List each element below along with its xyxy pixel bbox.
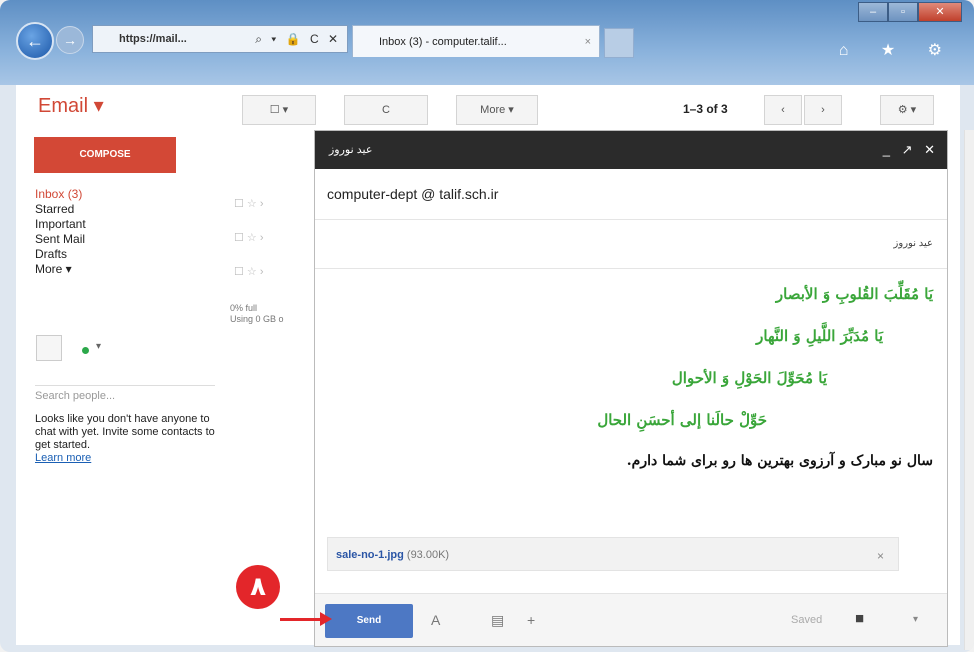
- checkbox-icon[interactable]: ☐ ☆ ›: [234, 255, 264, 289]
- prev-page-button[interactable]: ‹: [764, 95, 802, 125]
- body-line-2: يَا مُدَبِّرَ اللَّيلِ وَ النَّهار: [756, 327, 883, 345]
- folder-starred[interactable]: Starred: [35, 202, 86, 217]
- body-line-4: حَوِّلْ حالَنا إلى أحسَنِ الحال: [597, 411, 767, 429]
- gmail-logo[interactable]: Email ▾: [38, 93, 104, 118]
- insert-more-icon[interactable]: +: [527, 612, 535, 628]
- saved-status: Saved: [791, 614, 823, 626]
- trash-icon[interactable]: ■: [855, 610, 864, 627]
- more-options-icon[interactable]: ▾: [913, 614, 918, 625]
- tab-close-icon[interactable]: ×: [585, 36, 591, 48]
- learn-more-link[interactable]: Learn more: [35, 452, 91, 464]
- body-line-5: سال نو مبارک و آرزوی بهترین ها رو برای ش…: [626, 453, 933, 469]
- attachment-filename[interactable]: sale-no-1.jpg: [336, 549, 404, 561]
- chevron-down-icon[interactable]: ▾: [96, 341, 101, 352]
- message-list-checkboxes: ☐ ☆ › ☐ ☆ › ☐ ☆ ›: [234, 187, 264, 289]
- gmail-page: Email ▾ ☐ ▾ C More ▾ 1–3 of 3 ‹ › ⚙ ▾ CO…: [16, 85, 974, 650]
- compose-window-controls[interactable]: _ ↗ ✕: [883, 131, 939, 169]
- folder-drafts[interactable]: Drafts: [35, 247, 86, 262]
- chevron-right-icon: ›: [821, 104, 825, 116]
- compose-dialog: عید نوروز _ ↗ ✕ computer-dept @ talif.sc…: [314, 130, 948, 647]
- tab-inbox[interactable]: Inbox (3) - computer.talif... ×: [352, 25, 600, 57]
- send-button[interactable]: Send: [325, 604, 413, 638]
- refresh-button[interactable]: C: [344, 95, 428, 125]
- body-line-3: يَا مُحَوِّلَ الحَوْلِ وَ الأحوال: [671, 369, 827, 387]
- tab-title: Inbox (3) - computer.talif...: [379, 35, 507, 48]
- address-url: https://mail...: [119, 33, 187, 45]
- back-arrow-icon: ←: [26, 31, 44, 51]
- chat-empty-message: Looks like you don't have anyone to chat…: [35, 413, 215, 465]
- message-body[interactable]: يَا مُقَلِّبَ القُلوبِ وَ الأبصار يَا مُ…: [315, 269, 947, 529]
- step-number-badge: ۸: [236, 565, 280, 609]
- chevron-left-icon: ‹: [781, 104, 785, 116]
- subject-field[interactable]: عید نوروز: [315, 220, 947, 269]
- folder-list: Inbox (3) Starred Important Sent Mail Dr…: [35, 187, 86, 277]
- browser-window: – ▫ ✕ ← → https://mail... ⌕ ▾ 🔒 C ✕ Inbo…: [0, 0, 974, 652]
- checkbox-icon[interactable]: ☐ ☆ ›: [234, 187, 264, 221]
- compose-header: عید نوروز _ ↗ ✕: [315, 131, 947, 169]
- next-page-button[interactable]: ›: [804, 95, 842, 125]
- compose-button[interactable]: COMPOSE: [34, 137, 176, 173]
- text-format-icon[interactable]: A: [431, 612, 440, 628]
- close-window-button[interactable]: ✕: [918, 2, 962, 22]
- avatar[interactable]: [36, 335, 62, 361]
- callout-arrow-line: [280, 618, 324, 621]
- storage-usage: 0% full Using 0 GB o: [230, 303, 284, 324]
- attachment-chip[interactable]: sale-no-1.jpg (93.00K): [327, 537, 899, 571]
- folder-sent[interactable]: Sent Mail: [35, 232, 86, 247]
- address-bar[interactable]: https://mail... ⌕ ▾ 🔒 C ✕: [92, 25, 348, 53]
- home-favorites-tools-icons[interactable]: ⌂ ★ ⚙: [839, 40, 956, 60]
- window-controls: – ▫ ✕: [858, 2, 962, 22]
- compose-footer: Send A ▤ + Saved ■ ▾: [315, 593, 947, 646]
- remove-attachment-icon[interactable]: ×: [877, 549, 884, 563]
- callout-arrowhead-icon: [320, 612, 332, 626]
- compose-title: عید نوروز: [329, 144, 373, 156]
- body-line-1: يَا مُقَلِّبَ القُلوبِ وَ الأبصار: [775, 285, 933, 303]
- forward-button[interactable]: →: [56, 26, 84, 54]
- to-field[interactable]: computer-dept @ talif.sch.ir: [315, 169, 947, 220]
- pagination-text: 1–3 of 3: [683, 102, 728, 116]
- select-checkbox-button[interactable]: ☐ ▾: [242, 95, 316, 125]
- browser-titlebar: – ▫ ✕ ← → https://mail... ⌕ ▾ 🔒 C ✕ Inbo…: [0, 0, 974, 85]
- checkbox-icon[interactable]: ☐ ☆ ›: [234, 221, 264, 255]
- address-controls[interactable]: ⌕ ▾ 🔒 C ✕: [255, 32, 341, 47]
- maximize-button[interactable]: ▫: [888, 2, 918, 22]
- attach-file-icon[interactable]: ▤: [491, 612, 504, 629]
- folder-more[interactable]: More ▾: [35, 262, 86, 277]
- attachment-size: (93.00K): [406, 549, 450, 561]
- forward-arrow-icon: →: [63, 32, 77, 48]
- chat-message-text: Looks like you don't have anyone to chat…: [35, 413, 215, 451]
- folder-important[interactable]: Important: [35, 217, 86, 232]
- new-tab-button[interactable]: [604, 28, 634, 58]
- back-button[interactable]: ←: [16, 22, 54, 60]
- scrollbar[interactable]: [964, 130, 974, 650]
- settings-button[interactable]: ⚙ ▾: [880, 95, 934, 125]
- folder-inbox[interactable]: Inbox (3): [35, 187, 86, 202]
- search-people-input[interactable]: Search people...: [35, 385, 215, 406]
- minimize-button[interactable]: –: [858, 2, 888, 22]
- more-button[interactable]: More ▾: [456, 95, 538, 125]
- status-online-icon: [82, 347, 89, 354]
